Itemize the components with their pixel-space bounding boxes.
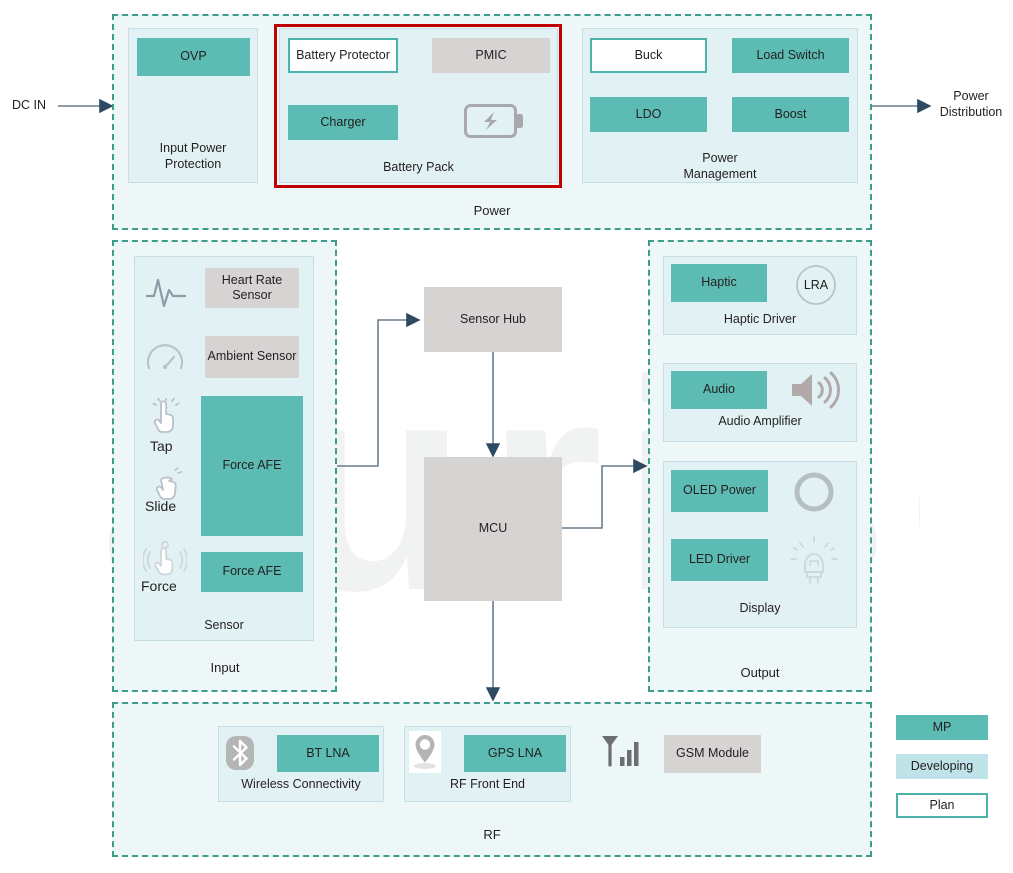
legend-item-mp: MP <box>896 715 988 740</box>
block-buck[interactable]: Buck <box>590 38 707 73</box>
block-sensor-hub[interactable]: Sensor Hub <box>424 287 562 352</box>
block-boost[interactable]: Boost <box>732 97 849 132</box>
force-label: Force <box>141 578 177 594</box>
block-oled-power[interactable]: OLED Power <box>671 470 768 512</box>
lra-badge-label: LRA <box>803 278 829 292</box>
block-heart-rate-sensor-label: Heart Rate Sensor <box>221 272 283 302</box>
power-distribution-label-line2: Distribution <box>939 105 1003 119</box>
panel-sensor-label: Sensor <box>204 618 244 632</box>
block-heart-rate-sensor[interactable]: Heart Rate Sensor <box>205 268 299 308</box>
block-force-afe-large[interactable]: Force AFE <box>201 396 303 536</box>
gauge-icon <box>144 337 186 379</box>
panel-input-power-protection-label-line1: Input Power <box>159 141 227 155</box>
block-ovp[interactable]: OVP <box>137 38 250 76</box>
group-input-label: Input <box>210 660 240 675</box>
diagram-canvas: aurisc DC IN Power Distribution Power <box>0 0 1013 873</box>
block-ldo[interactable]: LDO <box>590 97 707 132</box>
block-gps-lna[interactable]: GPS LNA <box>464 735 566 772</box>
block-bt-lna[interactable]: BT LNA <box>277 735 379 772</box>
bluetooth-icon <box>223 733 257 773</box>
slide-hand-icon <box>148 466 186 502</box>
tap-label: Tap <box>150 438 173 454</box>
oled-ring-icon <box>792 470 836 514</box>
force-hand-icon <box>143 540 187 580</box>
power-distribution-label-line1: Power <box>953 89 989 103</box>
panel-audio-amplifier-label: Audio Amplifier <box>718 414 802 428</box>
panel-rf-front-end-label: RF Front End <box>449 777 526 791</box>
legend-item-plan: Plan <box>896 793 988 818</box>
heartbeat-icon <box>145 272 187 312</box>
gps-pin-icon <box>409 731 441 773</box>
block-load-switch[interactable]: Load Switch <box>732 38 849 73</box>
block-led-driver[interactable]: LED Driver <box>671 539 768 581</box>
block-ambient-sensor[interactable]: Ambient Sensor <box>205 336 299 378</box>
block-mcu[interactable]: MCU <box>424 457 562 601</box>
panel-power-management-label-line2: Management <box>683 167 757 181</box>
panel-display-label: Display <box>739 601 781 615</box>
block-gsm-module[interactable]: GSM Module <box>664 735 761 773</box>
group-rf-label: RF <box>483 827 501 842</box>
panel-wireless-connectivity-label: Wireless Connectivity <box>241 777 361 791</box>
legend-item-developing: Developing <box>896 754 988 779</box>
battery-pack-highlight <box>274 24 562 188</box>
panel-haptic-driver-label: Haptic Driver <box>723 312 797 326</box>
group-output-label: Output <box>740 665 780 680</box>
speaker-icon <box>788 368 844 412</box>
block-audio[interactable]: Audio <box>671 371 767 409</box>
block-ambient-sensor-label: Ambient Sensor <box>207 349 297 364</box>
tap-hand-icon <box>148 398 184 436</box>
block-force-afe-small[interactable]: Force AFE <box>201 552 303 592</box>
block-haptic[interactable]: Haptic <box>671 264 767 302</box>
group-power-label: Power <box>473 203 511 218</box>
panel-input-power-protection-label-line2: Protection <box>164 157 222 171</box>
panel-power-management-label-line1: Power <box>702 151 738 165</box>
dc-in-label: DC IN <box>12 98 47 112</box>
cellular-signal-icon <box>600 733 642 773</box>
led-bulb-icon <box>786 534 842 586</box>
slide-label: Slide <box>145 498 177 514</box>
